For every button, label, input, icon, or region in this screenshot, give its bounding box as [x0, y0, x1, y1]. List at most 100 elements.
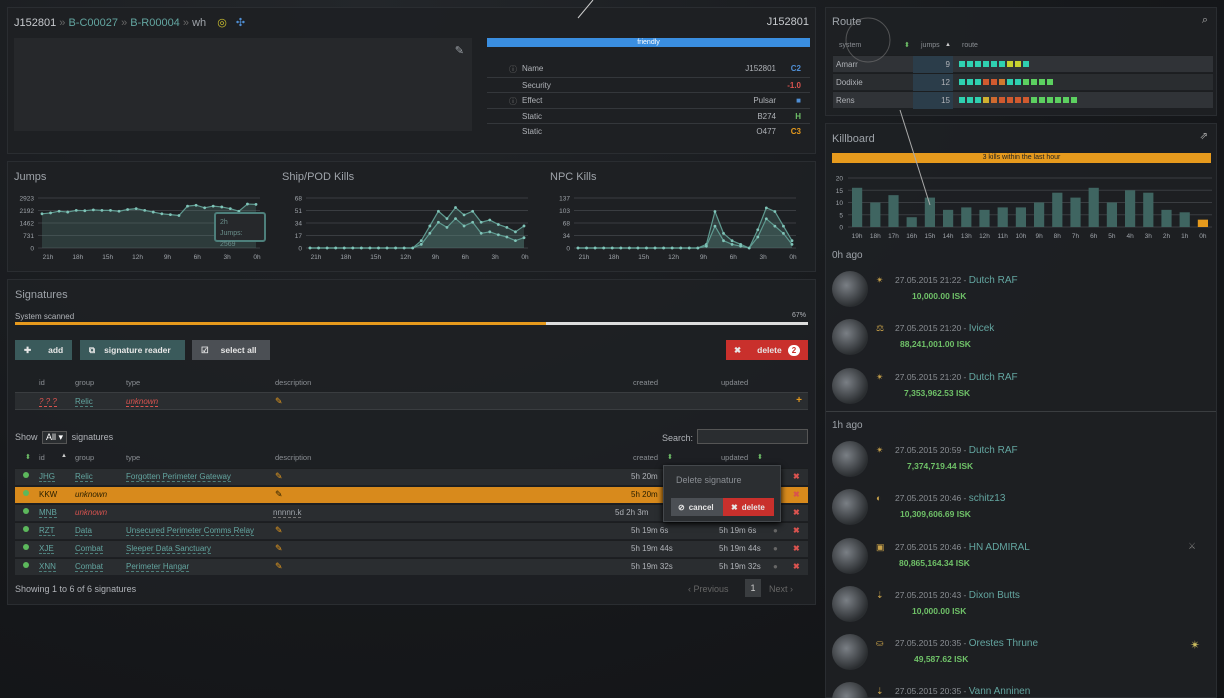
new-sig-type[interactable]: unknown [126, 397, 159, 407]
search-icon[interactable]: ⌕ [1202, 14, 1208, 27]
data-point[interactable] [359, 246, 363, 250]
data-point[interactable] [514, 230, 517, 234]
data-point[interactable] [394, 246, 397, 250]
delete-row-icon[interactable]: ✖ [793, 490, 800, 499]
sig-id[interactable]: KKW [39, 490, 57, 499]
data-point[interactable] [610, 246, 614, 250]
info-icon[interactable]: ● [773, 526, 778, 535]
data-point[interactable] [593, 246, 597, 250]
confirm-delete-button[interactable]: ✖ delete [723, 498, 774, 516]
kill-pilot[interactable]: Dutch RAF [969, 445, 1018, 456]
kill-bar[interactable] [852, 187, 863, 227]
data-point[interactable] [705, 244, 708, 248]
data-point[interactable] [100, 208, 104, 212]
data-point[interactable] [653, 246, 657, 250]
column-header-description[interactable]: description [275, 453, 311, 462]
route-system[interactable]: Dodixie [836, 78, 863, 87]
data-point[interactable] [143, 208, 147, 212]
kill-bar[interactable] [1179, 212, 1190, 227]
breadcrumb-item[interactable]: wh [192, 17, 206, 29]
route-hop[interactable] [967, 79, 973, 85]
route-hop[interactable] [1047, 79, 1053, 85]
data-point[interactable] [585, 246, 588, 250]
sig-id[interactable]: MNB [39, 508, 57, 518]
edit-icon[interactable]: ✎ [275, 525, 283, 536]
ship-avatar[interactable] [832, 634, 868, 671]
route-hop[interactable] [1039, 97, 1045, 103]
edit-icon[interactable]: ✎ [275, 543, 283, 554]
data-point[interactable] [782, 232, 785, 235]
route-hop[interactable] [1023, 79, 1029, 85]
data-point[interactable] [764, 217, 768, 221]
kill-entry[interactable]: ✴ 27.05.2015 21:22 - Dutch RAF 10,000.00 I… [832, 271, 1212, 317]
data-point[interactable] [428, 231, 432, 235]
route-system[interactable]: Rens [836, 96, 855, 105]
route-hop[interactable] [1071, 97, 1077, 103]
sig-group[interactable]: Relic [75, 472, 93, 482]
route-hop[interactable] [967, 97, 973, 103]
route-hop[interactable] [967, 61, 973, 67]
data-point[interactable] [419, 242, 423, 246]
delete-button[interactable]: ✖ delete 2 [726, 340, 808, 360]
data-point[interactable] [228, 207, 232, 211]
data-point[interactable] [334, 246, 338, 250]
description-area[interactable]: ✎ [14, 38, 472, 131]
route-hop[interactable] [999, 97, 1005, 103]
sort-icon[interactable]: ⬍ [25, 453, 31, 461]
edit-icon[interactable]: ✎ [275, 489, 283, 500]
data-point[interactable] [203, 206, 207, 210]
data-point[interactable] [764, 206, 768, 210]
kill-bar[interactable] [997, 207, 1008, 227]
breadcrumb-item[interactable]: B-C00027 [68, 17, 118, 29]
new-signature-row[interactable]: ? ? ? Relic unknown ✎ + [15, 392, 808, 410]
route-row[interactable]: Dodixie 12 [833, 73, 1213, 91]
data-point[interactable] [74, 208, 78, 212]
search-input[interactable] [697, 429, 808, 444]
route-hop[interactable] [959, 61, 965, 67]
share-icon[interactable]: ✣ [236, 17, 245, 29]
sig-group[interactable]: unknown [75, 490, 107, 499]
wormhole-icon[interactable]: ◎ [217, 17, 227, 29]
route-hop[interactable] [983, 97, 989, 103]
data-point[interactable] [66, 210, 70, 214]
data-point[interactable] [377, 246, 380, 250]
sort-asc-icon[interactable]: ▲ [61, 453, 67, 459]
data-point[interactable] [254, 202, 258, 206]
data-point[interactable] [437, 220, 440, 224]
data-point[interactable] [385, 246, 389, 250]
add-button[interactable]: ✚ add [15, 340, 72, 360]
kill-bar[interactable] [888, 195, 899, 227]
delete-row-icon[interactable]: ✖ [793, 562, 800, 571]
kill-bar[interactable] [1125, 190, 1136, 227]
select-all-button[interactable]: ☑ select all [192, 340, 270, 360]
sig-id[interactable]: XJE [39, 544, 54, 554]
info-icon[interactable]: ● [773, 544, 778, 553]
help-icon[interactable]: ⓘ [509, 96, 517, 107]
route-hop[interactable] [1015, 61, 1021, 67]
kill-bar[interactable] [924, 197, 935, 227]
data-point[interactable] [126, 208, 129, 211]
route-hop[interactable] [1031, 79, 1037, 85]
kill-pilot[interactable]: HN ADMIRAL [969, 542, 1030, 553]
kill-bar[interactable] [1015, 207, 1026, 227]
edit-icon[interactable]: ✎ [275, 471, 283, 482]
data-point[interactable] [428, 224, 432, 228]
kill-bar[interactable] [943, 209, 954, 227]
kill-bar[interactable] [870, 202, 881, 228]
route-hop[interactable] [983, 61, 989, 67]
column-header-group[interactable]: group [75, 453, 94, 462]
data-point[interactable] [756, 228, 760, 232]
sig-id[interactable]: JHG [39, 472, 55, 482]
data-point[interactable] [627, 246, 631, 250]
edit-icon[interactable]: ✎ [275, 561, 283, 572]
data-point[interactable] [496, 223, 500, 226]
route-hop[interactable] [983, 79, 989, 85]
sig-type[interactable]: Sleeper Data Sanctuary [126, 544, 211, 554]
kill-bar[interactable] [961, 207, 972, 227]
route-hop[interactable] [959, 97, 965, 103]
kill-bar[interactable] [906, 217, 917, 227]
route-hop[interactable] [1015, 79, 1021, 85]
kill-entry[interactable]: ⚖ 27.05.2015 21:20 - Ivicek 88,241,001.00 … [832, 319, 1212, 365]
route-hop[interactable] [1023, 97, 1029, 103]
sort-icon[interactable]: ⬍ [757, 453, 763, 461]
